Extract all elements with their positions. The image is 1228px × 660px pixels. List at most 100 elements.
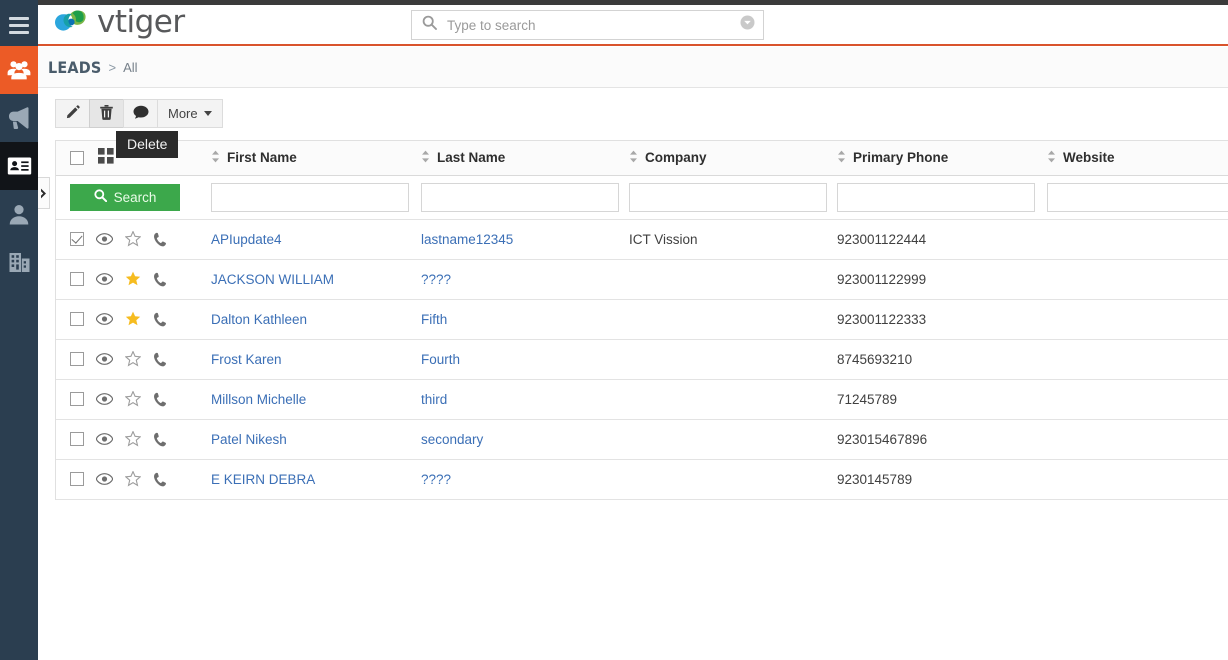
row-first-name[interactable]: Patel Nikesh (211, 432, 287, 447)
row-checkbox[interactable] (70, 272, 84, 286)
eye-icon[interactable] (96, 353, 113, 365)
phone-icon[interactable] (153, 352, 167, 367)
row-checkbox[interactable] (70, 312, 84, 326)
star-icon[interactable] (125, 351, 141, 367)
row-primary-phone-cell: 923001122333 (837, 299, 1047, 339)
breadcrumb-module[interactable]: LEADS (48, 58, 101, 77)
row-first-name[interactable]: APIupdate4 (211, 232, 282, 247)
row-checkbox[interactable] (70, 472, 84, 486)
sort-icon[interactable] (629, 150, 638, 166)
sidebar-item-organizations[interactable] (0, 238, 38, 286)
sort-icon[interactable] (837, 150, 846, 166)
eye-icon[interactable] (96, 233, 113, 245)
row-last-name[interactable]: secondary (421, 432, 483, 447)
table-row[interactable]: Frost KarenFourth8745693210 (56, 339, 1228, 379)
left-icon-rail (0, 0, 38, 660)
row-checkbox[interactable] (70, 392, 84, 406)
chevron-right-icon (40, 188, 47, 199)
table-row[interactable]: Millson Michelle third 71245789 (56, 379, 1228, 419)
sort-icon[interactable] (211, 150, 220, 166)
header-last-name[interactable]: Last Name (421, 141, 629, 175)
filter-input-primary-phone[interactable] (837, 183, 1035, 212)
eye-icon[interactable] (96, 273, 113, 285)
sidebar-expand-handle[interactable] (38, 177, 50, 209)
row-checkbox[interactable] (70, 232, 84, 246)
row-first-name[interactable]: Dalton Kathleen (211, 312, 307, 327)
row-first-name[interactable]: E KEIRN DEBRA (211, 472, 315, 487)
eye-icon[interactable] (96, 433, 113, 445)
row-last-name[interactable]: third (421, 392, 447, 407)
sidebar-item-contacts[interactable] (0, 142, 38, 190)
filter-input-website[interactable] (1047, 183, 1228, 212)
sort-icon[interactable] (1047, 150, 1056, 166)
vtiger-logo[interactable]: vtiger (50, 6, 185, 38)
phone-icon[interactable] (153, 432, 167, 447)
phone-icon[interactable] (153, 472, 167, 487)
filter-input-company[interactable] (629, 183, 827, 212)
search-button[interactable]: Search (70, 184, 180, 211)
row-last-name-cell: ???? (421, 259, 629, 299)
row-primary-phone: 71245789 (837, 392, 897, 407)
row-last-name[interactable]: ???? (421, 472, 451, 487)
grid-view-icon[interactable] (98, 148, 114, 167)
row-last-name[interactable]: Fourth (421, 352, 460, 367)
hamburger-menu-icon[interactable] (0, 5, 38, 46)
chevron-down-circle-icon[interactable] (740, 15, 755, 35)
row-checkbox[interactable] (70, 352, 84, 366)
table-row[interactable]: Patel Nikeshsecondary923015467896 (56, 419, 1228, 459)
phone-icon[interactable] (153, 232, 167, 247)
filter-cell-first-name (211, 175, 421, 219)
filter-input-first-name[interactable] (211, 183, 409, 212)
phone-icon[interactable] (153, 312, 167, 327)
sort-icon[interactable] (421, 150, 430, 166)
header-company[interactable]: Company (629, 141, 837, 175)
table-row[interactable]: E KEIRN DEBRA???? 9230145789 (56, 459, 1228, 499)
sidebar-item-campaigns[interactable] (0, 94, 38, 142)
edit-button[interactable] (55, 99, 89, 128)
header-first-name[interactable]: First Name (211, 141, 421, 175)
row-first-name-cell: E KEIRN DEBRA (211, 459, 421, 499)
star-icon[interactable] (125, 231, 141, 247)
table-row[interactable]: APIupdate4lastname12345ICT Vission923001… (56, 219, 1228, 259)
sidebar-item-leads[interactable] (0, 46, 38, 94)
star-icon[interactable] (125, 391, 141, 407)
header-label: Company (645, 150, 707, 165)
row-actions-cell (56, 379, 211, 419)
more-button[interactable]: More (157, 99, 223, 128)
header-primary-phone[interactable]: Primary Phone (837, 141, 1047, 175)
more-label: More (168, 106, 198, 121)
table-row[interactable]: Dalton Kathleen Fifth 923001122333 (56, 299, 1228, 339)
eye-icon[interactable] (96, 393, 113, 405)
row-checkbox[interactable] (70, 432, 84, 446)
row-last-name[interactable]: Fifth (421, 312, 447, 327)
sidebar-item-person[interactable] (0, 190, 38, 238)
header-website[interactable]: Website (1047, 141, 1228, 175)
content-area: More Delete (38, 88, 1228, 660)
delete-button[interactable] (89, 99, 123, 128)
search-input[interactable] (445, 12, 740, 38)
phone-icon[interactable] (153, 392, 167, 407)
breadcrumb-separator: > (108, 60, 116, 75)
eye-icon[interactable] (96, 313, 113, 325)
star-icon[interactable] (125, 271, 141, 287)
comment-button[interactable] (123, 99, 157, 128)
comment-icon (133, 105, 149, 122)
filter-input-last-name[interactable] (421, 183, 619, 212)
row-first-name[interactable]: Frost Karen (211, 352, 282, 367)
table-row[interactable]: JACKSON WILLIAM????923001122999 (56, 259, 1228, 299)
row-last-name[interactable]: ???? (421, 272, 451, 287)
star-icon[interactable] (125, 311, 141, 327)
row-last-name[interactable]: lastname12345 (421, 232, 513, 247)
star-icon[interactable] (125, 431, 141, 447)
row-first-name[interactable]: JACKSON WILLIAM (211, 272, 334, 287)
star-icon[interactable] (125, 471, 141, 487)
eye-icon[interactable] (96, 473, 113, 485)
row-first-name[interactable]: Millson Michelle (211, 392, 306, 407)
leads-list-table: First Name Last Name (55, 140, 1228, 500)
row-company-cell (629, 299, 837, 339)
row-primary-phone-cell: 9230145789 (837, 459, 1047, 499)
phone-icon[interactable] (153, 272, 167, 287)
breadcrumb-view[interactable]: All (123, 60, 137, 75)
select-all-checkbox[interactable] (70, 151, 84, 165)
global-search[interactable] (411, 10, 764, 40)
